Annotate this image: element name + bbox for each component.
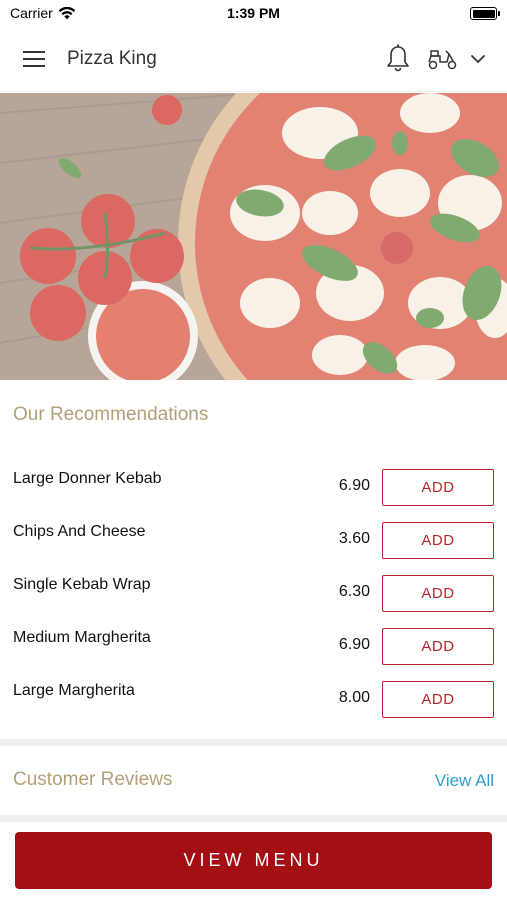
pizza-illustration xyxy=(0,93,507,380)
app-header: Pizza King xyxy=(0,26,507,92)
reviews-title: Customer Reviews xyxy=(13,769,173,790)
list-item: Chips And Cheese 3.60 ADD xyxy=(0,515,507,568)
item-price: 8.00 xyxy=(338,689,370,706)
item-name: Large Donner Kebab xyxy=(13,470,162,487)
item-name: Single Kebab Wrap xyxy=(13,576,151,593)
status-bar: Carrier 1:39 PM xyxy=(0,0,507,26)
delivery-mode-button[interactable] xyxy=(427,48,459,70)
battery-icon xyxy=(470,7,500,20)
delivery-dropdown-button[interactable] xyxy=(470,52,486,64)
item-price: 6.90 xyxy=(338,477,370,494)
scooter-icon xyxy=(428,50,457,70)
section-divider xyxy=(0,815,507,822)
add-button[interactable]: ADD xyxy=(382,522,494,559)
view-all-reviews-link[interactable]: View All xyxy=(435,771,494,791)
item-price: 3.60 xyxy=(338,530,370,547)
app-title: Pizza King xyxy=(67,48,157,69)
clock: 1:39 PM xyxy=(227,5,280,21)
recommendations-list: Large Donner Kebab 6.90 ADD Chips And Ch… xyxy=(0,462,507,727)
item-name: Chips And Cheese xyxy=(13,523,146,540)
menu-button[interactable] xyxy=(22,50,46,68)
view-menu-button[interactable]: VIEW MENU xyxy=(15,832,492,889)
bell-icon xyxy=(387,44,409,72)
add-button[interactable]: ADD xyxy=(382,575,494,612)
add-button[interactable]: ADD xyxy=(382,469,494,506)
menu-icon xyxy=(23,51,45,67)
item-name: Medium Margherita xyxy=(13,629,151,646)
list-item: Large Margherita 8.00 ADD xyxy=(0,674,507,727)
notifications-button[interactable] xyxy=(386,44,410,72)
item-price: 6.90 xyxy=(338,636,370,653)
pizza-hero-image xyxy=(0,93,507,380)
battery-level xyxy=(472,9,495,18)
recommendations-title: Our Recommendations xyxy=(13,404,209,425)
item-price: 6.30 xyxy=(338,583,370,600)
add-button[interactable]: ADD xyxy=(382,681,494,718)
section-divider xyxy=(0,739,507,746)
add-button[interactable]: ADD xyxy=(382,628,494,665)
list-item: Medium Margherita 6.90 ADD xyxy=(0,621,507,674)
chevron-down-icon xyxy=(471,55,485,63)
list-item: Single Kebab Wrap 6.30 ADD xyxy=(0,568,507,621)
item-name: Large Margherita xyxy=(13,682,135,699)
list-item: Large Donner Kebab 6.90 ADD xyxy=(0,462,507,515)
